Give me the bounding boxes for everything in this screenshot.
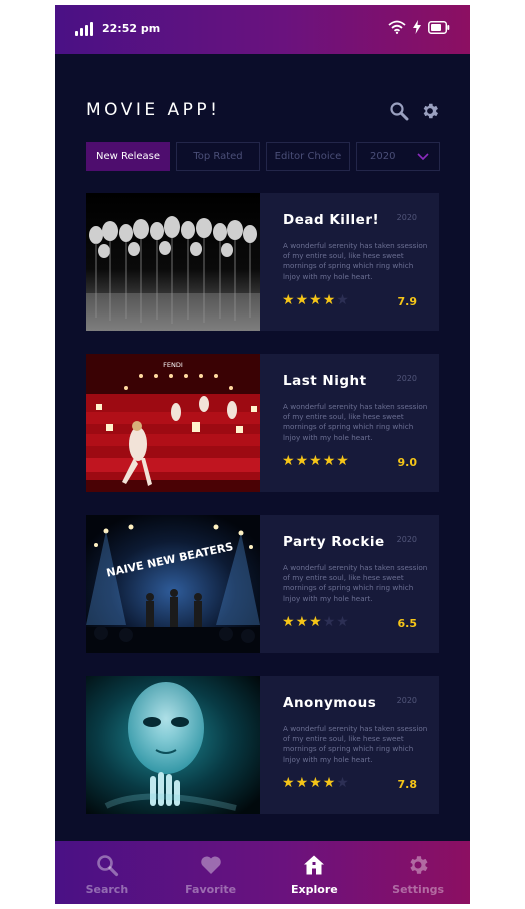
signal-icon (75, 22, 95, 36)
star-filled-icon: ★ (295, 292, 309, 308)
movie-year: 2020 (396, 213, 417, 222)
charging-icon (413, 20, 421, 34)
nav-item-search[interactable]: Search (55, 841, 159, 904)
star-filled-icon: ★ (309, 292, 322, 308)
star-filled-icon: ★ (295, 614, 309, 630)
star-filled-icon: ★ (309, 614, 322, 630)
year-select[interactable]: 2020 (356, 142, 440, 171)
star-filled-icon: ★ (309, 775, 322, 791)
movie-description: A wonderful serenity has taken ssession … (283, 563, 428, 603)
search-icon[interactable] (389, 101, 409, 121)
movie-info: Last Night 2020 A wonderful serenity has… (260, 354, 439, 492)
star-rating: ★ ★ ★ ★ ★ (282, 776, 349, 790)
header-actions (389, 101, 440, 121)
chevron-down-icon (417, 153, 429, 160)
bottom-nav: Search Favorite Explore Settings (55, 841, 470, 904)
star-empty-icon: ★ (336, 614, 349, 630)
rating-score: 6.5 (397, 617, 418, 630)
home-icon (304, 855, 325, 875)
poster-sign-text: FENDI (163, 361, 183, 369)
star-empty-icon: ★ (322, 614, 336, 630)
wifi-icon (388, 20, 406, 34)
star-filled-icon: ★ (322, 292, 336, 308)
movie-info: Anonymous 2020 A wonderful serenity has … (260, 676, 439, 814)
star-filled-icon: ★ (282, 453, 295, 469)
star-rating: ★ ★ ★ ★ ★ (282, 615, 349, 629)
movie-description: A wonderful serenity has taken ssession … (283, 724, 428, 764)
movie-year: 2020 (396, 374, 417, 383)
movie-description: A wonderful serenity has taken ssession … (283, 402, 428, 442)
movie-list: Dead Killer! 2020 A wonderful serenity h… (86, 193, 439, 837)
status-time: 22:52 pm (102, 22, 161, 35)
movie-card[interactable]: FENDI Last Night 2020 A wonderful sereni… (86, 354, 439, 492)
star-rating: ★ ★ ★ ★ ★ (282, 454, 349, 468)
tab-new-release[interactable]: New Release (86, 142, 170, 171)
star-filled-icon: ★ (336, 453, 349, 469)
movie-title: Dead Killer! (283, 212, 380, 228)
star-filled-icon: ★ (309, 453, 322, 469)
star-filled-icon: ★ (322, 775, 336, 791)
tab-editor-choice[interactable]: Editor Choice (266, 142, 350, 171)
star-filled-icon: ★ (295, 775, 309, 791)
movie-card[interactable]: Anonymous 2020 A wonderful serenity has … (86, 676, 439, 814)
status-icons (388, 20, 450, 34)
movie-poster: NAIVE NEW BEATERS (86, 515, 260, 653)
gear-icon[interactable] (420, 101, 440, 121)
nav-item-favorite[interactable]: Favorite (159, 841, 263, 904)
status-bar: 22:52 pm (55, 5, 470, 54)
movie-card[interactable]: NAIVE NEW BEATERS Party Rockie 2020 A wo… (86, 515, 439, 653)
page-title: MOVIE APP! (86, 100, 221, 120)
heart-icon (200, 856, 221, 874)
star-empty-icon: ★ (336, 292, 349, 308)
star-rating: ★ ★ ★ ★ ★ (282, 293, 349, 307)
movie-title: Anonymous (283, 695, 377, 711)
star-filled-icon: ★ (322, 453, 336, 469)
rating-score: 9.0 (397, 456, 418, 469)
rating-score: 7.8 (397, 778, 418, 791)
phone-screen: 22:52 pm MOVIE APP! New Release Top Rate… (55, 5, 470, 904)
star-filled-icon: ★ (282, 292, 295, 308)
star-empty-icon: ★ (336, 775, 349, 791)
rating-score: 7.9 (397, 295, 418, 308)
movie-card[interactable]: Dead Killer! 2020 A wonderful serenity h… (86, 193, 439, 331)
nav-item-settings[interactable]: Settings (366, 841, 470, 904)
filter-bar: New Release Top Rated Editor Choice 2020 (86, 142, 440, 171)
star-filled-icon: ★ (282, 775, 295, 791)
movie-info: Dead Killer! 2020 A wonderful serenity h… (260, 193, 439, 331)
movie-poster (86, 193, 260, 331)
star-filled-icon: ★ (282, 614, 295, 630)
movie-year: 2020 (396, 696, 417, 705)
movie-title: Party Rockie (283, 534, 385, 550)
year-select-value: 2020 (370, 151, 396, 162)
nav-label: Explore (291, 883, 338, 896)
movie-title: Last Night (283, 373, 367, 389)
movie-poster: FENDI (86, 354, 260, 492)
movie-poster (86, 676, 260, 814)
nav-label: Settings (392, 883, 445, 896)
search-icon (97, 855, 118, 877)
tab-top-rated[interactable]: Top Rated (176, 142, 260, 171)
movie-year: 2020 (396, 535, 417, 544)
movie-info: Party Rockie 2020 A wonderful serenity h… (260, 515, 439, 653)
nav-label: Favorite (185, 883, 237, 896)
gear-icon (410, 856, 428, 874)
nav-item-explore[interactable]: Explore (263, 841, 367, 904)
battery-icon (428, 20, 450, 34)
star-filled-icon: ★ (295, 453, 309, 469)
movie-description: A wonderful serenity has taken ssession … (283, 241, 428, 281)
nav-label: Search (85, 883, 129, 896)
